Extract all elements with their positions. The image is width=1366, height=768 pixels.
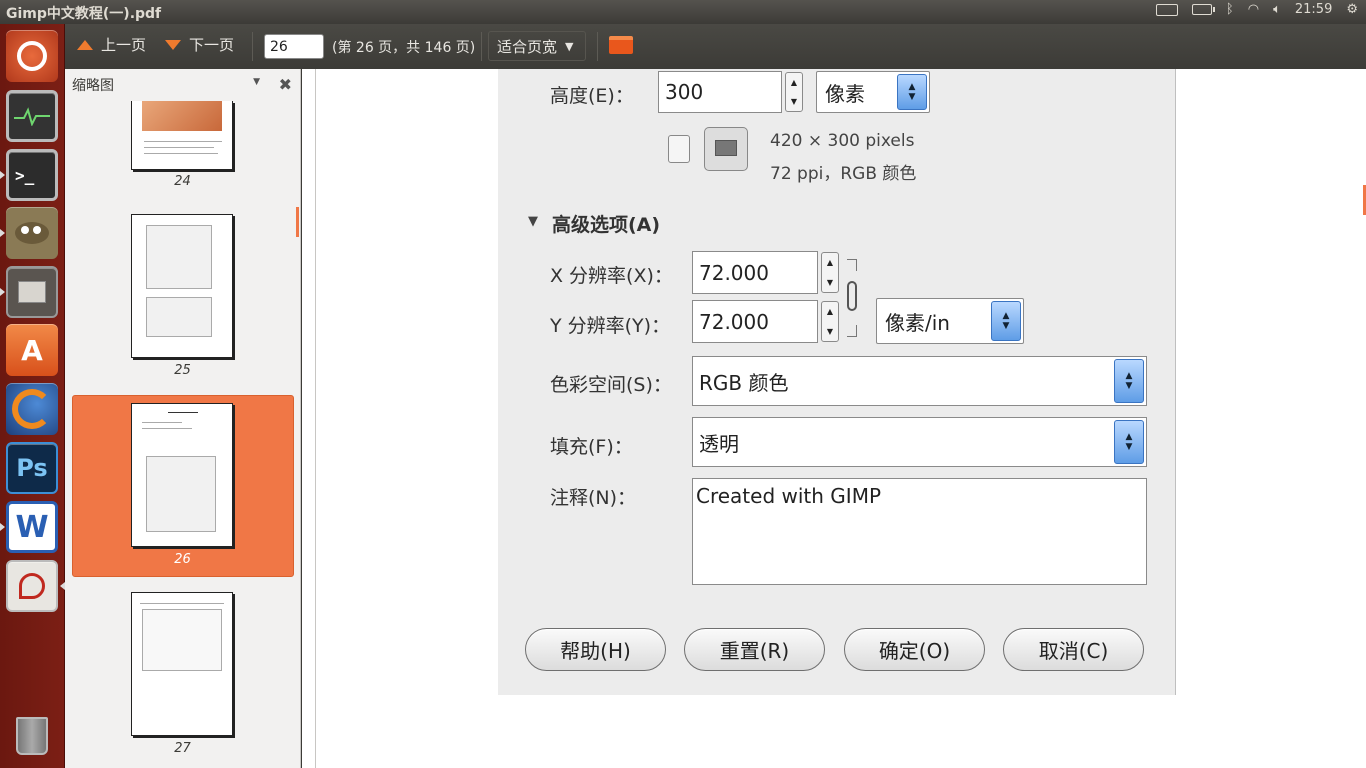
thumbnail-page-number: 27 (174, 741, 191, 756)
photoshop-icon[interactable]: Ps (6, 442, 58, 494)
system-monitor-icon[interactable] (6, 90, 58, 142)
sidebar-header: 缩略图 ▼ ✖ (65, 69, 300, 101)
chevron-down-icon: ▼ (565, 39, 574, 53)
height-label: 高度(E)： (550, 85, 634, 107)
thumbnail-page[interactable] (131, 101, 233, 170)
launcher-running-indicator (0, 171, 5, 179)
thumbnail-sidebar: 缩略图 ▼ ✖ 24 25 26 27 (65, 69, 301, 768)
height-unit-value: 像素 (825, 81, 865, 106)
gimp-new-image-dialog-screenshot: 高度(E)： 300 ▲ ▼ 像素 ▲ ▼ 420 × 300 pixels 72 … (498, 69, 1176, 695)
colorspace-value: RGB 颜色 (699, 370, 789, 395)
next-page-label: 下一页 (189, 36, 235, 54)
x-resolution-field[interactable]: 72.000 (692, 251, 818, 294)
y-resolution-label: Y 分辨率(Y)： (550, 315, 671, 337)
image-resolution-text: 72 ppi，RGB 颜色 (770, 164, 917, 184)
chain-link-icon[interactable] (847, 259, 859, 339)
toolbar-separator (597, 32, 598, 61)
select-arrows-icon: ▲ ▼ (1114, 420, 1144, 464)
y-resolution-field[interactable]: 72.000 (692, 300, 818, 343)
portrait-icon[interactable] (668, 135, 690, 163)
terminal-icon[interactable]: >_ (6, 149, 58, 201)
image-size-text: 420 × 300 pixels (770, 131, 915, 151)
zoom-label: 适合页宽 (497, 37, 558, 56)
thumbnail-page-number: 26 (174, 552, 191, 567)
height-stepper[interactable]: ▲ ▼ (785, 72, 803, 112)
launcher: >_ A Ps W (0, 24, 65, 768)
advanced-options-header[interactable]: 高级选项(A) (552, 210, 660, 237)
close-icon[interactable]: ✖ (279, 75, 292, 94)
ubuntu-dash-icon[interactable] (6, 30, 58, 82)
wps-writer-icon[interactable]: W (6, 501, 58, 553)
previous-page-button[interactable]: 上一页 (77, 34, 146, 55)
page-number-input[interactable] (264, 34, 324, 59)
thumbnail-page-number: 24 (174, 174, 191, 189)
chevron-down-icon[interactable]: ▼ (253, 77, 260, 87)
launcher-running-indicator (0, 523, 5, 531)
sidebar-title[interactable]: 缩略图 (72, 75, 114, 95)
top-panel: Gimp中文教程(一).pdf ᛒ ◠ 🔈︎ 21:59 ⚙ (0, 0, 1366, 24)
thumbnail-page[interactable] (131, 592, 233, 736)
volume-icon[interactable]: 🔈︎ (1273, 2, 1281, 17)
gimp-icon[interactable] (6, 207, 58, 259)
toolbar-separator (481, 32, 482, 61)
x-resolution-label: X 分辨率(X)： (550, 265, 673, 287)
next-page-button[interactable]: 下一页 (165, 34, 234, 55)
sidebar-scroll-marker (296, 207, 299, 237)
comment-textarea[interactable]: Created with GIMP (692, 478, 1147, 585)
window-title: Gimp中文教程(一).pdf (6, 6, 162, 22)
thumbnail-page[interactable] (131, 214, 233, 358)
colorspace-label: 色彩空间(S)： (550, 374, 672, 396)
software-center-icon[interactable]: A (6, 324, 58, 376)
page-count-text: (第 26 页，共 146 页) (332, 40, 476, 56)
cancel-button[interactable]: 取消(C) (1003, 628, 1144, 671)
triangle-down-icon[interactable]: ▼ (528, 214, 538, 229)
zoom-select[interactable]: 适合页宽 ▼ (488, 31, 586, 61)
wifi-icon[interactable]: ◠ (1248, 2, 1259, 17)
height-field[interactable]: 300 (658, 71, 782, 113)
power-gear-icon[interactable]: ⚙ (1346, 2, 1358, 17)
launcher-running-indicator (0, 288, 5, 296)
select-arrows-icon: ▲ ▼ (991, 301, 1021, 341)
fill-label: 填充(F)： (550, 436, 633, 458)
ok-button[interactable]: 确定(O) (844, 628, 985, 671)
previous-page-label: 上一页 (101, 36, 147, 54)
file-manager-icon[interactable] (6, 266, 58, 318)
arrow-up-icon (77, 39, 93, 50)
thumbnail-page-number: 25 (174, 363, 191, 378)
open-folder-icon[interactable] (609, 36, 633, 54)
comment-label: 注释(N)： (550, 487, 637, 509)
height-unit-select[interactable]: 像素 ▲ ▼ (816, 71, 930, 113)
document-toolbar: 上一页 下一页 (第 26 页，共 146 页) 适合页宽 ▼ (65, 24, 1366, 69)
trash-icon[interactable] (6, 710, 58, 762)
document-viewer-icon[interactable] (6, 560, 58, 612)
x-resolution-stepper[interactable]: ▲ ▼ (821, 252, 839, 293)
fill-select[interactable]: 透明 ▲ ▼ (692, 417, 1147, 467)
arrow-down-icon (165, 39, 181, 50)
toolbar-separator (252, 32, 253, 61)
clock[interactable]: 21:59 (1295, 2, 1332, 17)
resolution-unit-value: 像素/in (885, 310, 950, 335)
indicator-area: ᛒ ◠ 🔈︎ 21:59 ⚙ (1155, 2, 1358, 17)
thumbnail-page-selected[interactable] (131, 403, 233, 547)
reset-button[interactable]: 重置(R) (684, 628, 825, 671)
page-edge (315, 69, 316, 768)
select-arrows-icon: ▲ ▼ (1114, 359, 1144, 403)
landscape-icon[interactable] (704, 127, 748, 171)
bluetooth-icon[interactable]: ᛒ (1226, 2, 1234, 17)
battery-icon[interactable] (1191, 4, 1215, 15)
fill-value: 透明 (699, 431, 739, 456)
document-view[interactable]: 高度(E)： 300 ▲ ▼ 像素 ▲ ▼ 420 × 300 pixels 72 … (302, 69, 1366, 768)
resolution-unit-select[interactable]: 像素/in ▲ ▼ (876, 298, 1024, 344)
firefox-icon[interactable] (6, 383, 58, 435)
colorspace-select[interactable]: RGB 颜色 ▲ ▼ (692, 356, 1147, 406)
keyboard-icon[interactable] (1155, 3, 1178, 16)
launcher-running-indicator (0, 229, 5, 237)
help-button[interactable]: 帮助(H) (525, 628, 666, 671)
y-resolution-stepper[interactable]: ▲ ▼ (821, 301, 839, 342)
select-arrows-icon: ▲ ▼ (897, 74, 927, 110)
